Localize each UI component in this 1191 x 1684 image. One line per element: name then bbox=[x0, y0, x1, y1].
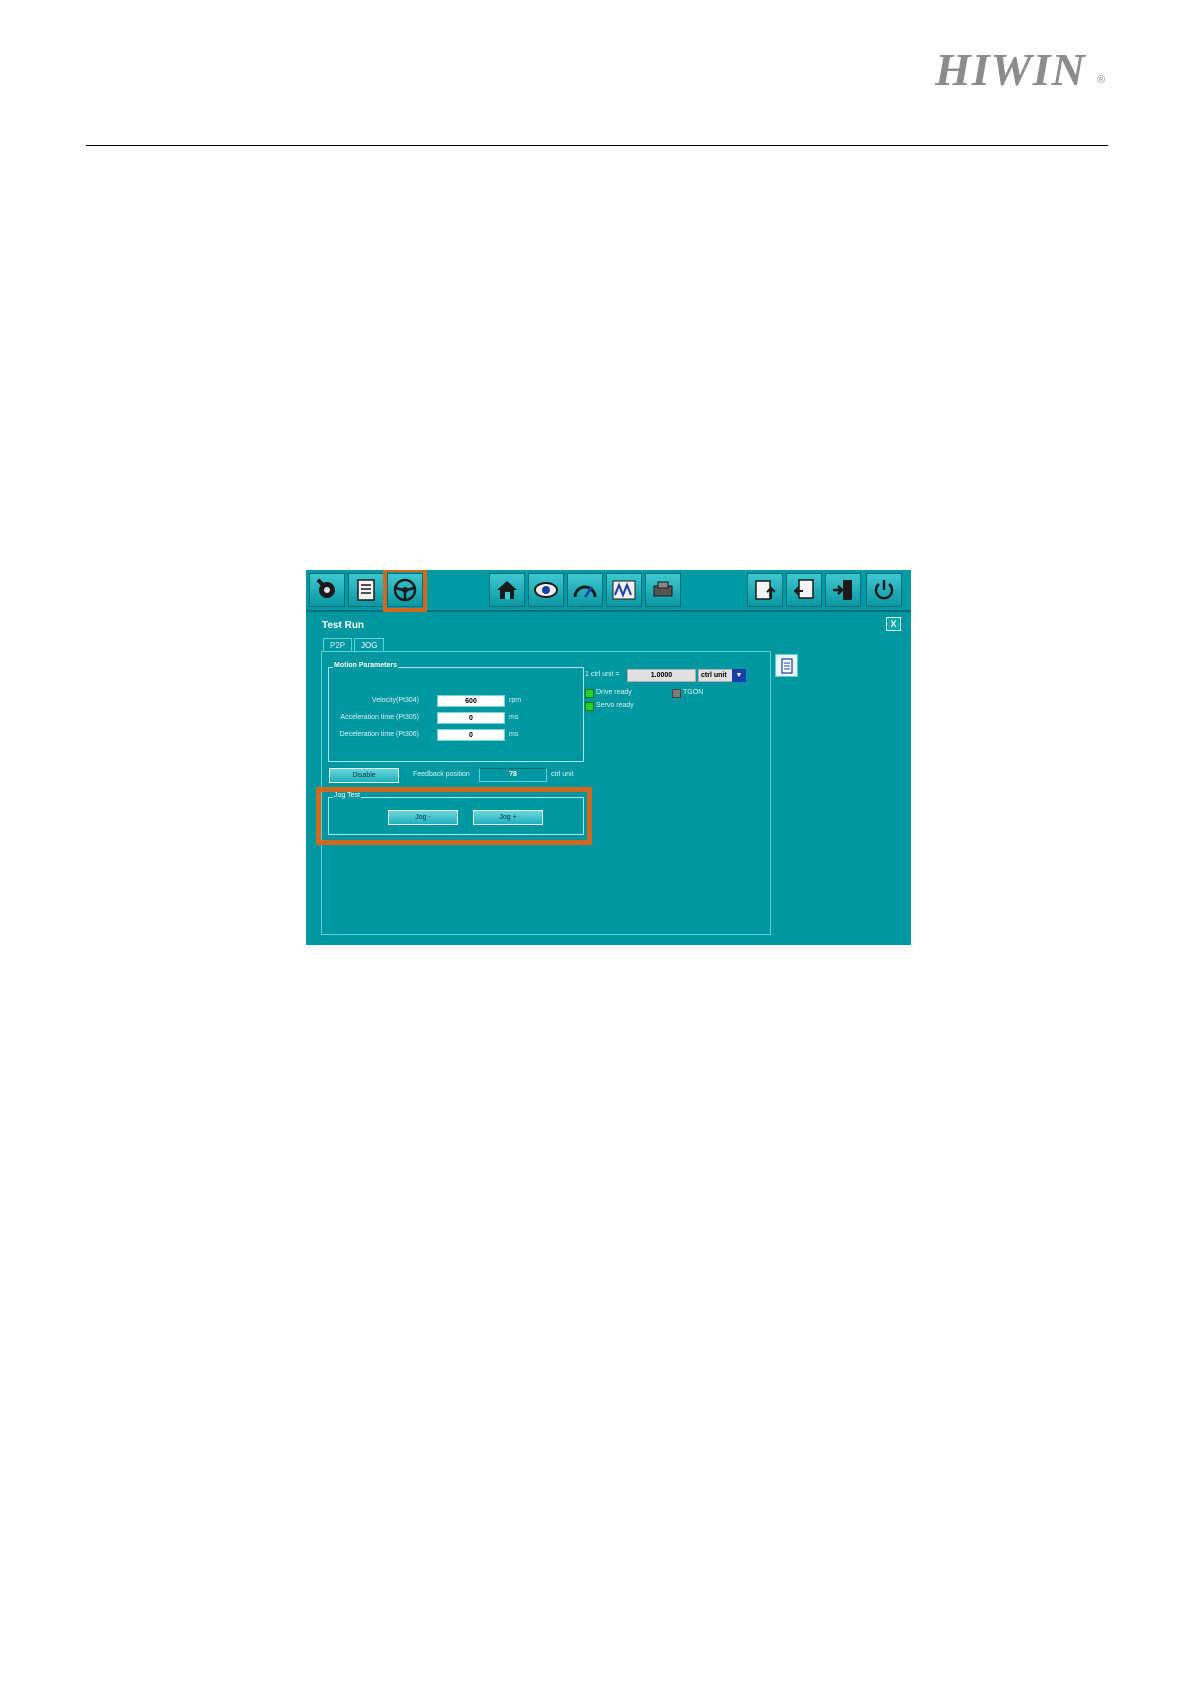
header-rule bbox=[86, 145, 1108, 146]
jog-test-highlight bbox=[316, 787, 592, 845]
feedback-position-field: 78 bbox=[479, 768, 547, 782]
velocity-label: Velocity(Pt304) bbox=[371, 697, 419, 704]
chevron-down-icon[interactable]: ▼ bbox=[732, 669, 746, 682]
exit-door-icon[interactable] bbox=[825, 573, 861, 607]
close-button[interactable]: X bbox=[886, 617, 901, 631]
velocity-field[interactable]: 600 bbox=[437, 695, 505, 707]
deceleration-label: Deceleration time (Pt306) bbox=[339, 731, 419, 738]
wrench-gear-icon[interactable] bbox=[309, 573, 345, 607]
home-icon[interactable] bbox=[489, 573, 525, 607]
eye-icon[interactable] bbox=[528, 573, 564, 607]
steering-wheel-highlight bbox=[383, 570, 427, 612]
gauge-icon[interactable] bbox=[567, 573, 603, 607]
drive-ready-led bbox=[585, 689, 594, 698]
test-run-screenshot: Test Run X P2P JOG Motion Parameters Vel… bbox=[306, 570, 911, 945]
power-reset-icon[interactable] bbox=[866, 573, 902, 607]
motion-parameters-label: Motion Parameters bbox=[333, 662, 399, 669]
tgon-led bbox=[672, 689, 681, 698]
download-document-icon[interactable] bbox=[786, 573, 822, 607]
logo-text: HIWIN bbox=[935, 44, 1086, 95]
deceleration-unit: ms bbox=[509, 731, 519, 738]
disable-button[interactable]: Disable bbox=[329, 768, 399, 783]
ctrl-unit-label: 1 ctrl unit = bbox=[585, 671, 620, 678]
registered-mark: ® bbox=[1097, 74, 1106, 86]
acceleration-field[interactable]: 0 bbox=[437, 712, 505, 724]
drive-module-icon[interactable] bbox=[645, 573, 681, 607]
ctrl-unit-field[interactable]: 1.0000 bbox=[627, 669, 696, 682]
waveform-icon[interactable] bbox=[606, 573, 642, 607]
tgon-label: TGON bbox=[683, 689, 704, 696]
tab-p2p[interactable]: P2P bbox=[323, 638, 353, 651]
servo-ready-label: Servo ready bbox=[596, 702, 634, 709]
upload-document-icon[interactable] bbox=[747, 573, 783, 607]
acceleration-unit: ms bbox=[509, 714, 519, 721]
acceleration-label: Acceleration time (Pt305) bbox=[340, 714, 419, 721]
drive-ready-label: Drive ready bbox=[596, 689, 632, 696]
toolbar bbox=[306, 570, 911, 612]
help-document-button[interactable] bbox=[775, 654, 798, 677]
tab-jog[interactable]: JOG bbox=[354, 638, 385, 651]
document-icon bbox=[780, 657, 793, 674]
parameter-list-icon[interactable] bbox=[348, 573, 384, 607]
feedback-position-label: Feedback position bbox=[413, 771, 470, 778]
panel-title: Test Run bbox=[322, 620, 365, 631]
velocity-unit: rpm bbox=[509, 697, 522, 704]
feedback-unit-label: ctrl unit bbox=[551, 771, 574, 778]
hiwin-logo: HIWIN ® bbox=[935, 46, 1110, 94]
servo-ready-led bbox=[585, 702, 594, 711]
deceleration-field[interactable]: 0 bbox=[437, 729, 505, 741]
